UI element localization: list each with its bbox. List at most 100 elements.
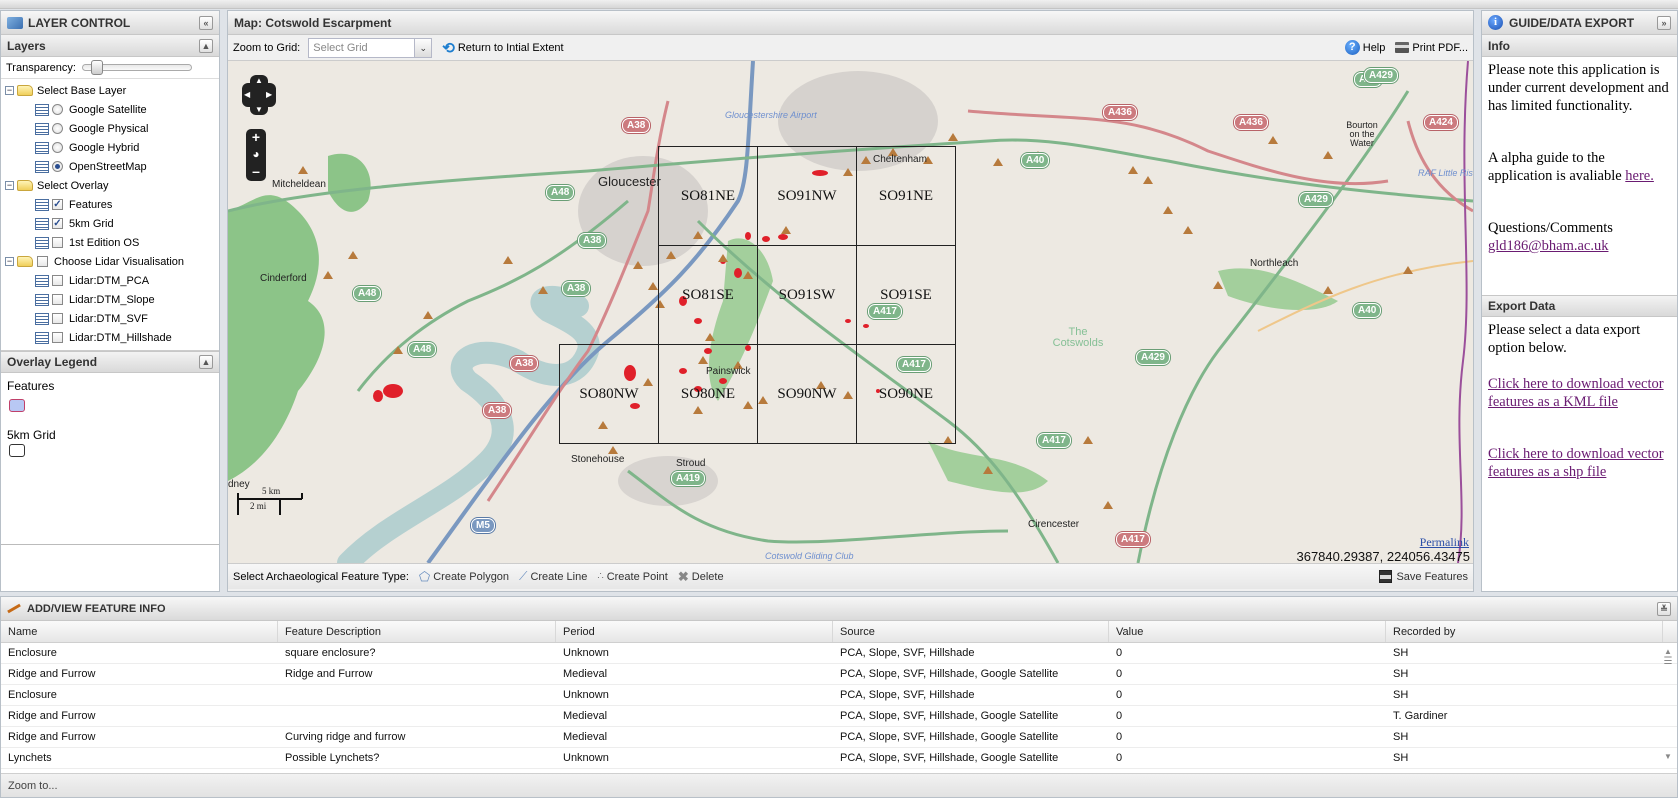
place-cotswolds: The Cotswolds xyxy=(1052,326,1104,349)
download-shp-link[interactable]: Click here to download vector features a… xyxy=(1488,445,1671,481)
collapse-tree-icon[interactable]: − xyxy=(5,181,14,190)
create-line-button[interactable]: ⟋ Create Line xyxy=(519,569,587,584)
table-row[interactable]: Enclosure square enclosure? Unknown PCA, Sl… xyxy=(1,643,1677,664)
layer-radio[interactable] xyxy=(52,104,63,115)
column-header[interactable]: Recorded by xyxy=(1386,621,1663,642)
top-splitter[interactable] xyxy=(0,0,1678,9)
column-header[interactable]: Period xyxy=(556,621,833,642)
map-canvas[interactable]: Gloucester Cheltenham Mitcheldean Cinder… xyxy=(228,61,1473,563)
layer-radio[interactable] xyxy=(52,123,63,134)
print-pdf-button[interactable]: Print PDF... xyxy=(1395,42,1468,54)
table-cell: Ridge and Furrow xyxy=(8,731,96,743)
pan-down-icon[interactable]: ▼ xyxy=(255,105,263,114)
layer-radio[interactable] xyxy=(52,142,63,153)
zoom-out-button[interactable]: – xyxy=(246,163,266,180)
column-header[interactable]: Value xyxy=(1109,621,1386,642)
table-row[interactable]: Lynchets Possible Lynchets? Unknown PCA, Sl… xyxy=(1,748,1677,769)
table-cell: SH xyxy=(1393,752,1409,764)
permalink-link[interactable]: Permalink xyxy=(1420,535,1469,550)
road-shield-a424: A424 xyxy=(1424,115,1458,130)
tree-layer-item[interactable]: Google Hybrid xyxy=(5,138,219,157)
table-cell: Possible Lynchets? xyxy=(285,752,380,764)
scroll-down-icon[interactable]: ▼ xyxy=(1661,752,1675,761)
collapse-tree-icon[interactable]: − xyxy=(5,257,14,266)
layer-checkbox[interactable]: ✓ xyxy=(52,199,63,210)
tree-layer-item[interactable]: ✓ 5km Grid xyxy=(5,214,219,233)
collapse-left-button[interactable]: « xyxy=(199,15,213,30)
road-shield-a38: A38 xyxy=(622,118,651,133)
save-features-button[interactable]: Save Features xyxy=(1379,570,1468,583)
place-lydney: dney xyxy=(228,479,250,490)
pan-right-icon[interactable]: ▶ xyxy=(266,90,272,99)
zoom-to-button[interactable]: Zoom to... xyxy=(1,773,1677,797)
table-scrollbar[interactable]: ▲ ☰ ▼ xyxy=(1661,647,1675,772)
column-header[interactable]: Name xyxy=(1,621,278,642)
download-kml-link[interactable]: Click here to download vector features a… xyxy=(1488,375,1671,411)
tree-layer-item[interactable]: Google Physical xyxy=(5,119,219,138)
table-row[interactable]: Ridge and Furrow Medieval PCA, Slope, SVF,… xyxy=(1,706,1677,727)
chevron-down-icon[interactable]: ⌄ xyxy=(414,38,432,57)
woodland-patch xyxy=(328,153,371,212)
layer-checkbox[interactable] xyxy=(52,313,63,324)
tree-layer-item[interactable]: OpenStreetMap xyxy=(5,157,219,176)
delete-button[interactable]: ✖ Delete xyxy=(678,569,724,585)
tree-layer-item[interactable]: Google Satellite xyxy=(5,100,219,119)
collapse-layers-button[interactable]: ▲ xyxy=(199,38,213,53)
forest-of-dean xyxy=(228,195,325,482)
scroll-thumb[interactable]: ☰ xyxy=(1661,656,1675,667)
layer-checkbox[interactable] xyxy=(52,237,63,248)
tree-group[interactable]: − Choose Lidar Visualisation xyxy=(5,252,219,271)
grid-select[interactable]: Select Grid ⌄ xyxy=(308,37,433,58)
return-extent-button[interactable]: ⟲ Return to Intial Extent xyxy=(442,39,563,57)
layer-checkbox[interactable] xyxy=(52,294,63,305)
email-link[interactable]: gld186@bham.ac.uk xyxy=(1488,238,1608,254)
transparency-slider[interactable] xyxy=(81,60,192,75)
table-cell: 0 xyxy=(1116,689,1123,701)
table-cell: Unknown xyxy=(563,689,609,701)
site-marker xyxy=(423,311,433,319)
table-row[interactable]: Enclosure Unknown PCA, Slope, SVF, Hillsha… xyxy=(1,685,1677,706)
layer-control-panel: LAYER CONTROL « Layers ▲ Transparency: −… xyxy=(0,10,220,592)
layer-control-header: LAYER CONTROL « xyxy=(1,11,219,35)
tree-layer-item[interactable]: Lidar:DTM_Slope xyxy=(5,290,219,309)
grid-cell: SO91NE xyxy=(856,146,956,246)
tree-layer-item[interactable]: 1st Edition OS xyxy=(5,233,219,252)
tree-layer-item[interactable]: ✓ Features xyxy=(5,195,219,214)
group-checkbox[interactable] xyxy=(37,256,48,267)
collapse-legend-button[interactable]: ▲ xyxy=(199,355,213,369)
layer-checkbox[interactable]: ✓ xyxy=(52,218,63,229)
place-stonehouse: Stonehouse xyxy=(571,454,625,465)
globe-icon[interactable]: ◕ xyxy=(246,146,266,163)
collapse-right-button[interactable]: » xyxy=(1657,15,1671,30)
tree-group[interactable]: − Select Base Layer xyxy=(5,81,219,100)
collapse-tree-icon[interactable]: − xyxy=(5,86,14,95)
zoom-in-button[interactable]: + xyxy=(246,129,266,146)
table-row[interactable]: Ridge and Furrow Ridge and Furrow Medieval… xyxy=(1,664,1677,685)
table-cell: Ridge and Furrow xyxy=(285,668,373,680)
collapse-bottom-button[interactable]: ≚ xyxy=(1657,601,1671,616)
site-marker xyxy=(1268,136,1278,144)
guide-link[interactable]: here. xyxy=(1625,168,1654,184)
layer-icon xyxy=(35,312,49,325)
create-polygon-button[interactable]: ⬠ Create Polygon xyxy=(419,569,509,585)
tree-layer-item[interactable]: Lidar:DTM_Hillshade xyxy=(5,328,219,347)
pan-control[interactable]: ▲ ◀ ▶ ▼ xyxy=(242,75,276,115)
create-point-button[interactable]: ∴ Create Point xyxy=(597,571,668,583)
transparency-slider-thumb[interactable] xyxy=(90,60,103,75)
table-row[interactable]: Ridge and Furrow Curving ridge and furrow… xyxy=(1,727,1677,748)
help-button[interactable]: ? Help xyxy=(1344,40,1385,55)
tree-layer-item[interactable]: Lidar:DTM_PCA xyxy=(5,271,219,290)
scroll-up-icon[interactable]: ▲ xyxy=(1661,647,1675,656)
site-marker xyxy=(648,282,658,290)
layer-radio[interactable] xyxy=(52,161,63,172)
column-header[interactable]: Source xyxy=(833,621,1109,642)
pan-up-icon[interactable]: ▲ xyxy=(255,76,263,85)
column-header[interactable]: Feature Description xyxy=(278,621,556,642)
tree-group[interactable]: − Select Overlay xyxy=(5,176,219,195)
folder-icon xyxy=(17,256,33,267)
layer-checkbox[interactable] xyxy=(52,275,63,286)
layer-checkbox[interactable] xyxy=(52,332,63,343)
table-cell: SH xyxy=(1393,689,1409,701)
tree-layer-item[interactable]: Lidar:DTM_SVF xyxy=(5,309,219,328)
pan-left-icon[interactable]: ◀ xyxy=(244,90,250,99)
